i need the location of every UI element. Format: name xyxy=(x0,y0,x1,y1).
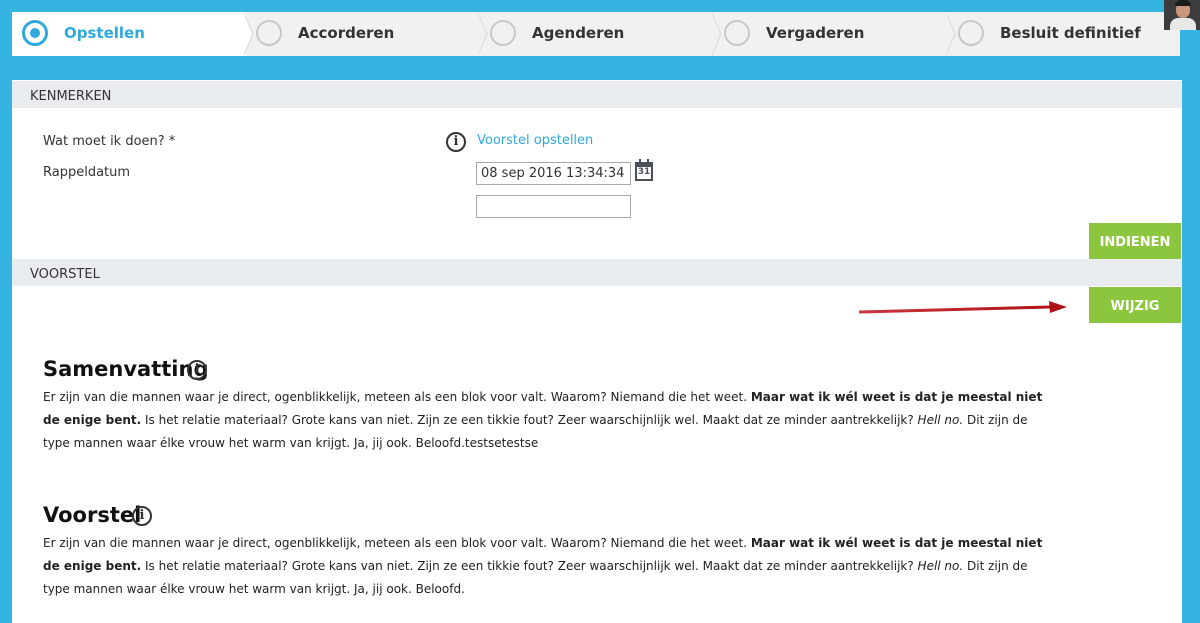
summary-text-italic: Hell no. xyxy=(917,413,964,427)
summary-text: Er zijn van die mannen waar je direct, o… xyxy=(43,386,1043,455)
red-arrow-annotation xyxy=(859,301,1067,314)
proposal-text-part: Is het relatie materiaal? Grote kans van… xyxy=(141,559,918,573)
edit-button[interactable]: WIJZIG xyxy=(1089,287,1181,323)
proposal-text-part: Er zijn van die mannen waar je direct, o… xyxy=(43,536,751,550)
step-agenderen[interactable]: Agenderen xyxy=(480,12,722,56)
reminder-date-input[interactable] xyxy=(476,162,631,185)
step-label: Agenderen xyxy=(532,24,625,42)
step-label: Opstellen xyxy=(64,24,145,42)
summary-text-part: Er zijn van die mannen waar je direct, o… xyxy=(43,390,751,404)
step-label: Accorderen xyxy=(298,24,395,42)
step-circle-icon xyxy=(256,20,282,46)
summary-info-icon[interactable]: i xyxy=(187,360,207,380)
proposal-title: Voorstel xyxy=(43,503,141,527)
section-heading-voorstel: VOORSTEL xyxy=(12,259,1182,286)
task-link[interactable]: Voorstel opstellen xyxy=(477,133,593,148)
step-circle-icon xyxy=(490,20,516,46)
reminder-label: Rappeldatum xyxy=(43,165,131,180)
step-active-circle-icon xyxy=(22,20,48,46)
info-icon[interactable]: i xyxy=(446,132,466,152)
task-label: Wat moet ik doen? * xyxy=(43,134,176,149)
proposal-title-text: Voorstel xyxy=(43,503,142,527)
submit-button[interactable]: INDIENEN xyxy=(1089,223,1181,259)
proposal-text: Er zijn van die mannen waar je direct, o… xyxy=(43,532,1043,601)
workflow-steps: Opstellen Accorderen Agenderen Vergadere… xyxy=(12,12,1180,56)
step-opstellen[interactable]: Opstellen xyxy=(12,12,254,56)
step-vergaderen[interactable]: Vergaderen xyxy=(714,12,956,56)
step-label: Besluit definitief xyxy=(1000,24,1141,42)
user-avatar[interactable] xyxy=(1164,0,1200,30)
proposal-text-italic: Hell no. xyxy=(917,559,964,573)
reminder-extra-input[interactable] xyxy=(476,195,631,218)
summary-title-text: Samenvatting xyxy=(43,357,209,381)
step-label: Vergaderen xyxy=(766,24,865,42)
summary-text-part: Is het relatie materiaal? Grote kans van… xyxy=(141,413,918,427)
calendar-icon[interactable]: 31 xyxy=(635,159,653,181)
step-besluit-definitief[interactable]: Besluit definitief xyxy=(948,12,1180,56)
section-heading-kenmerken: KENMERKEN xyxy=(12,81,1182,108)
proposal-info-icon[interactable]: i xyxy=(132,506,152,526)
summary-title: Samenvatting xyxy=(43,357,209,381)
step-circle-icon xyxy=(958,20,984,46)
step-circle-icon xyxy=(724,20,750,46)
main-panel: KENMERKEN Wat moet ik doen? * i Voorstel… xyxy=(12,80,1182,623)
step-accorderen[interactable]: Accorderen xyxy=(246,12,488,56)
